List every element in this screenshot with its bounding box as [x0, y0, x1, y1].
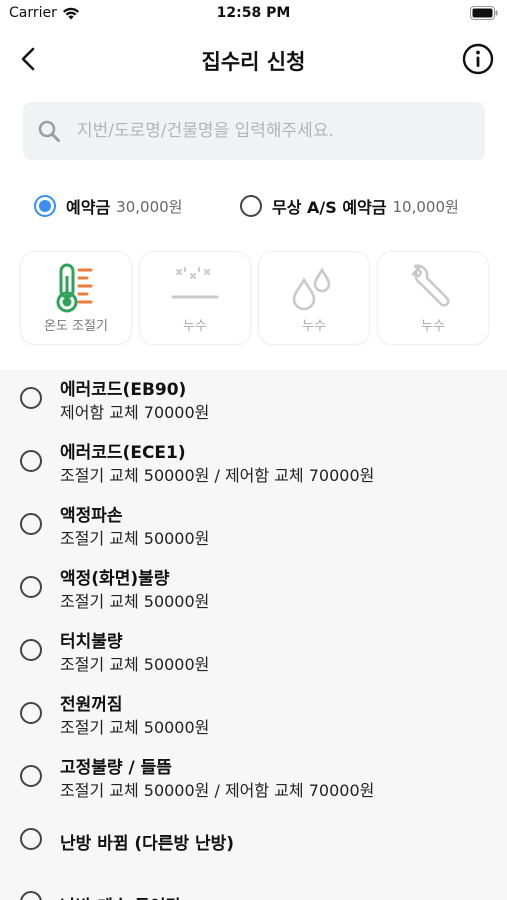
- category-thermostat[interactable]: 온도 조절기: [21, 252, 131, 344]
- radio-unselected-icon[interactable]: [20, 576, 42, 598]
- item-title: 전원꺼짐: [60, 695, 123, 715]
- deposit-option-free-as[interactable]: 무상 A/S 예약금 10,000원: [240, 194, 459, 218]
- category-label: 누수: [183, 319, 207, 334]
- deposit-option-price: 10,000원: [392, 197, 459, 216]
- item-desc: 조절기 교체 50000원: [60, 592, 210, 611]
- category-leak[interactable]: 누수: [140, 252, 250, 344]
- wrench-icon: [411, 264, 450, 307]
- category-water-drops[interactable]: 누수: [259, 252, 369, 344]
- search-icon: [38, 120, 60, 142]
- radio-unselected-icon[interactable]: [20, 450, 42, 472]
- deposit-option-reservation[interactable]: 예약금 30,000원: [34, 194, 182, 218]
- radio-unselected-icon[interactable]: [20, 891, 42, 900]
- item-desc: 조절기 교체 50000원: [60, 718, 210, 737]
- thermometer-icon: [56, 263, 93, 313]
- list-item[interactable]: 전원꺼짐 조절기 교체 50000원: [0, 685, 507, 745]
- item-desc: 조절기 교체 50000원: [60, 655, 210, 674]
- list-item[interactable]: 난방 계속 들어감: [0, 874, 507, 900]
- deposit-option-label: 무상 A/S 예약금: [272, 198, 387, 217]
- symptom-list: 에러코드(EB90) 제어함 교체 70000원 에러코드(ECE1) 조절기 …: [0, 370, 507, 900]
- leak-icon: [171, 267, 219, 299]
- radio-unselected-icon[interactable]: [20, 639, 42, 661]
- item-title: 에러코드(EB90): [60, 380, 187, 400]
- radio-unselected-icon[interactable]: [20, 387, 42, 409]
- list-item[interactable]: 터치불량 조절기 교체 50000원: [0, 622, 507, 682]
- list-item[interactable]: 고정불량 / 들뜸 조절기 교체 50000원 / 제어함 교체 70000원: [0, 748, 507, 808]
- clock: 12:58 PM: [216, 5, 291, 21]
- address-search-input[interactable]: [77, 121, 457, 141]
- radio-unselected-icon[interactable]: [240, 195, 262, 217]
- item-desc: 조절기 교체 50000원 / 제어함 교체 70000원: [60, 466, 375, 485]
- water-drops-icon: [292, 267, 331, 311]
- radio-selected-icon[interactable]: [34, 195, 56, 217]
- list-item[interactable]: 난방 바뀜 (다른방 난방): [0, 811, 507, 871]
- category-label: 누수: [421, 319, 445, 334]
- navigation-bar: 집수리 신청: [0, 36, 507, 84]
- radio-unselected-icon[interactable]: [20, 765, 42, 787]
- list-item[interactable]: 에러코드(ECE1) 조절기 교체 50000원 / 제어함 교체 70000원: [0, 433, 507, 493]
- item-desc: 조절기 교체 50000원: [60, 529, 210, 548]
- list-item[interactable]: 액정(화면)불량 조절기 교체 50000원: [0, 559, 507, 619]
- info-icon[interactable]: [461, 42, 495, 76]
- category-label: 온도 조절기: [44, 319, 108, 334]
- item-title: 고정불량 / 들뜸: [60, 758, 172, 778]
- radio-unselected-icon[interactable]: [20, 702, 42, 724]
- list-item[interactable]: 에러코드(EB90) 제어함 교체 70000원: [0, 370, 507, 430]
- list-item[interactable]: 액정파손 조절기 교체 50000원: [0, 496, 507, 556]
- deposit-option-price: 30,000원: [116, 197, 183, 216]
- address-search-bar[interactable]: [23, 102, 485, 160]
- radio-unselected-icon[interactable]: [20, 513, 42, 535]
- item-title: 액정(화면)불량: [60, 569, 170, 589]
- category-selector: 온도 조절기 누수 누수 누수: [21, 252, 491, 346]
- item-desc: 조절기 교체 50000원 / 제어함 교체 70000원: [60, 781, 375, 800]
- item-title: 에러코드(ECE1): [60, 443, 186, 463]
- item-title: 난방 계속 들어감: [60, 892, 181, 900]
- category-label: 누수: [302, 319, 326, 334]
- category-repair[interactable]: 누수: [378, 252, 488, 344]
- item-title: 터치불량: [60, 632, 123, 652]
- deposit-options: 예약금 30,000원 무상 A/S 예약금 10,000원: [34, 194, 494, 222]
- deposit-option-label: 예약금: [66, 198, 111, 217]
- item-title: 액정파손: [60, 506, 123, 526]
- item-desc: 제어함 교체 70000원: [60, 403, 210, 422]
- radio-unselected-icon[interactable]: [20, 828, 42, 850]
- page-title: 집수리 신청: [201, 50, 306, 74]
- item-title: 난방 바뀜 (다른방 난방): [60, 834, 235, 854]
- battery-icon: [470, 6, 498, 20]
- status-bar: Carrier 12:58 PM: [0, 0, 507, 30]
